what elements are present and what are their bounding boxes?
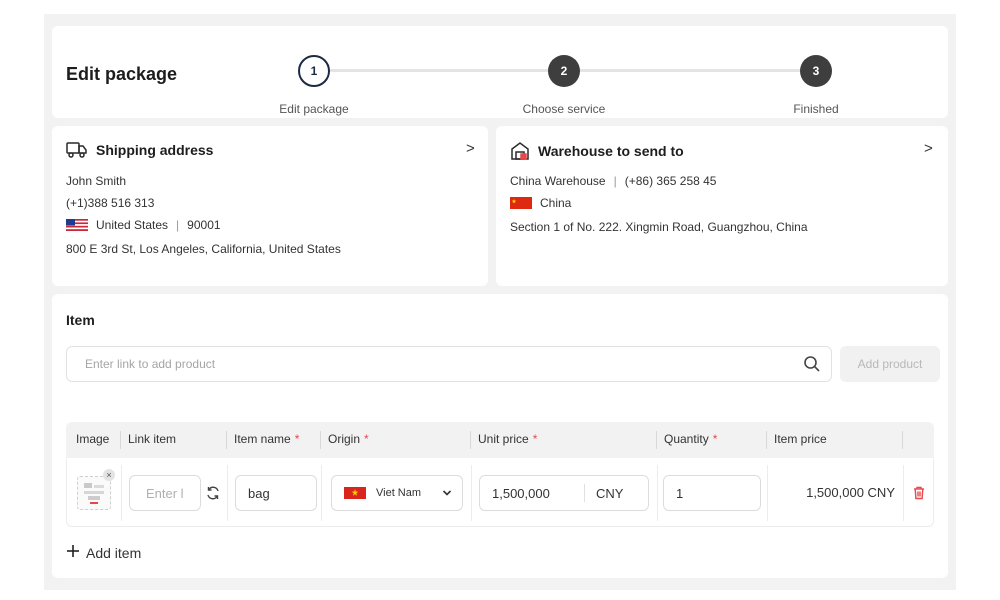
column-header-unit-price: Unit price * <box>478 432 538 446</box>
divider: | <box>176 218 180 232</box>
product-link-search[interactable] <box>66 346 832 382</box>
column-divider <box>656 431 657 449</box>
warehouse-full-address: Section 1 of No. 222. Xingmin Road, Guan… <box>510 220 808 234</box>
warehouse-icon <box>510 141 530 161</box>
chevron-right-icon[interactable]: > <box>466 140 475 157</box>
recipient-name: John Smith <box>66 174 127 188</box>
column-divider <box>227 465 228 521</box>
item-name-field[interactable]: bag <box>235 475 317 511</box>
step-connector <box>580 69 812 72</box>
add-item-label: Add item <box>86 544 142 561</box>
quantity-field[interactable]: 1 <box>663 475 761 511</box>
column-header-link-item: Link item <box>128 432 177 446</box>
warehouse-phone: (+86) 365 258 45 <box>624 174 717 188</box>
quantity-value: 1 <box>676 485 684 501</box>
chevron-right-icon[interactable]: > <box>924 140 933 157</box>
truck-icon <box>66 141 88 159</box>
product-link-input[interactable] <box>67 347 767 381</box>
step-3-circle[interactable]: 3 <box>800 55 832 87</box>
origin-value: Viet Nam <box>376 487 422 499</box>
column-divider <box>471 465 472 521</box>
step-connector <box>328 69 548 72</box>
column-divider <box>902 431 903 449</box>
required-mark: * <box>364 432 369 446</box>
column-header-origin: Origin * <box>328 432 369 446</box>
step-2-label: Choose service <box>522 102 606 116</box>
column-header-item-price: Item price <box>774 432 827 446</box>
warehouse-country: China <box>540 196 572 210</box>
china-flag-icon <box>510 197 532 209</box>
column-divider <box>320 431 321 449</box>
column-divider <box>121 465 122 521</box>
column-divider <box>903 465 904 521</box>
item-price-value: 1,500,000 CNY <box>806 485 895 500</box>
chevron-down-icon[interactable] <box>442 488 452 501</box>
origin-select[interactable]: Viet Nam <box>331 475 463 511</box>
shipping-full-address: 800 E 3rd St, Los Angeles, California, U… <box>66 242 341 256</box>
column-divider <box>657 465 658 521</box>
search-icon[interactable] <box>803 355 821 378</box>
warehouse-name: China Warehouse <box>510 174 606 188</box>
currency-divider <box>584 484 585 502</box>
shipping-country: United States <box>96 218 169 232</box>
column-header-quantity: Quantity * <box>664 432 718 446</box>
items-title: Item <box>66 312 95 328</box>
trash-icon[interactable] <box>913 486 925 505</box>
table-row: × Enter l bag Viet Nam 1,500,000 CNY 1 1… <box>66 459 934 527</box>
shipping-address-title: Shipping address <box>96 142 214 158</box>
link-item-field[interactable]: Enter l <box>129 475 201 511</box>
step-2-circle[interactable]: 2 <box>548 55 580 87</box>
step-1-label: Edit package <box>279 102 349 116</box>
column-header-image: Image <box>76 432 110 446</box>
vietnam-flag-icon <box>344 487 366 499</box>
us-flag-icon <box>66 219 88 231</box>
link-item-placeholder: Enter l <box>146 485 184 501</box>
column-divider <box>766 431 767 449</box>
required-mark: * <box>712 432 718 446</box>
items-table-header: Image Link item Item name * Origin * Unit … <box>66 422 934 458</box>
column-divider <box>120 431 121 449</box>
column-header-item-name: Item name * <box>234 432 300 446</box>
column-divider <box>767 465 768 521</box>
warehouse-title: Warehouse to send to <box>538 143 684 159</box>
required-mark: * <box>532 432 538 446</box>
column-divider <box>470 431 471 449</box>
recipient-phone: (+1)388 516 313 <box>66 196 155 210</box>
product-image-thumbnail[interactable] <box>77 476 111 510</box>
currency-value: CNY <box>596 485 624 501</box>
add-product-button[interactable]: Add product <box>840 346 940 382</box>
warehouse-card[interactable]: Warehouse to send to > China Warehouse |… <box>496 126 948 286</box>
unit-price-value: 1,500,000 <box>492 485 550 501</box>
column-divider <box>321 465 322 521</box>
page-background: Edit package 1 2 3 Edit package Choose s… <box>44 14 956 590</box>
shipping-address-card[interactable]: Shipping address > John Smith (+1)388 51… <box>52 126 488 286</box>
column-divider <box>226 431 227 449</box>
items-card: Item Add product Image Link item Item na… <box>52 294 948 578</box>
plus-icon <box>66 544 80 561</box>
add-item-button[interactable]: Add item <box>66 544 141 561</box>
refresh-icon[interactable] <box>205 485 221 506</box>
item-name-value: bag <box>248 485 270 501</box>
step-3-label: Finished <box>793 102 839 116</box>
page-title: Edit package <box>66 64 178 84</box>
remove-image-icon[interactable]: × <box>103 469 115 481</box>
unit-price-field[interactable]: 1,500,000 CNY <box>479 475 649 511</box>
stepper-card: Edit package 1 2 3 Edit package Choose s… <box>52 26 948 118</box>
step-1-circle[interactable]: 1 <box>298 55 330 87</box>
required-mark: * <box>294 432 300 446</box>
divider: | <box>613 174 617 188</box>
shipping-zip: 90001 <box>187 218 221 232</box>
